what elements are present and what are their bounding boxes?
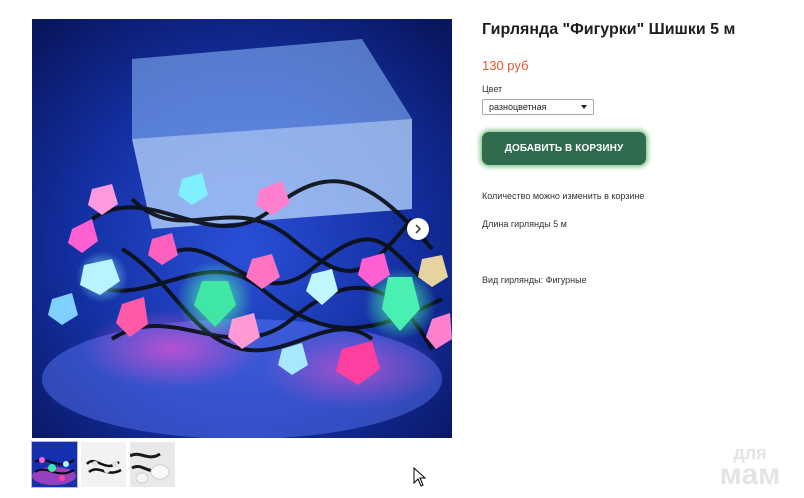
- color-select[interactable]: разноцветная: [482, 99, 594, 115]
- garland-length: Длина гирлянды 5 м: [482, 219, 567, 229]
- product-price: 130 руб: [482, 58, 529, 73]
- add-to-cart-button[interactable]: ДОБАВИТЬ В КОРЗИНУ: [482, 132, 646, 165]
- thumbnail-2[interactable]: [81, 442, 126, 487]
- gallery-next-button[interactable]: [407, 218, 429, 240]
- mouse-cursor-icon: [413, 467, 427, 487]
- site-watermark-logo: для мам: [710, 444, 790, 490]
- color-label: Цвет: [482, 84, 503, 94]
- garland-photo: [32, 19, 452, 438]
- gallery-thumbnails: [31, 441, 175, 488]
- color-select-value: разноцветная: [489, 102, 547, 112]
- cart-quantity-note: Количество можно изменить в корзине: [482, 191, 645, 201]
- thumbnail-3[interactable]: [130, 442, 175, 487]
- watermark-line-2: мам: [719, 458, 781, 491]
- product-main-image: [32, 19, 452, 438]
- thumbnail-1[interactable]: [31, 441, 78, 488]
- chevron-down-icon: [581, 105, 587, 109]
- chevron-right-icon: [415, 224, 422, 234]
- garland-type: Вид гирлянды: Фигурные: [482, 275, 587, 285]
- product-title: Гирлянда "Фигурки" Шишки 5 м: [482, 21, 736, 38]
